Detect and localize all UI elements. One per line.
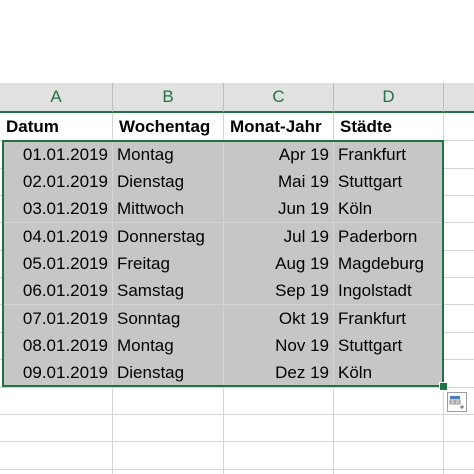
cell-monat-jahr[interactable]: Jun 19 (224, 195, 333, 222)
column-header-next[interactable] (444, 83, 474, 113)
cell-stadt[interactable]: Frankfurt (334, 305, 442, 332)
cell-datum[interactable]: 02.01.2019 (4, 168, 112, 195)
header-cell-staedte[interactable]: Städte (334, 113, 443, 140)
column-header-b[interactable]: B (113, 83, 224, 113)
cell-datum[interactable]: 04.01.2019 (4, 223, 112, 250)
fill-handle[interactable] (439, 382, 448, 391)
cell-wochentag[interactable]: Montag (113, 332, 223, 359)
header-cell-wochentag[interactable]: Wochentag (113, 113, 223, 140)
quick-analysis-icon (449, 396, 464, 409)
cell-datum[interactable]: 05.01.2019 (4, 250, 112, 277)
cell-wochentag[interactable]: Dienstag (113, 168, 223, 195)
cell-monat-jahr[interactable]: Apr 19 (224, 141, 333, 168)
header-cell-monat-jahr[interactable]: Monat-Jahr (224, 113, 333, 140)
cell-datum[interactable]: 03.01.2019 (4, 195, 112, 222)
quick-analysis-button[interactable] (447, 392, 467, 412)
cell-wochentag[interactable]: Montag (113, 141, 223, 168)
gridline (0, 441, 474, 442)
spreadsheet-canvas: A B C D Datum Wochentag Monat-Jahr Städt… (0, 0, 474, 474)
cell-datum[interactable]: 09.01.2019 (4, 359, 112, 386)
cell-wochentag[interactable]: Samstag (113, 277, 223, 304)
cell-wochentag[interactable]: Freitag (113, 250, 223, 277)
cell-stadt[interactable]: Magdeburg (334, 250, 442, 277)
header-cell-datum[interactable]: Datum (0, 113, 112, 140)
cell-monat-jahr[interactable]: Sep 19 (224, 277, 333, 304)
cell-datum[interactable]: 07.01.2019 (4, 305, 112, 332)
cell-stadt[interactable]: Frankfurt (334, 141, 442, 168)
cell-datum[interactable]: 06.01.2019 (4, 277, 112, 304)
cell-monat-jahr[interactable]: Nov 19 (224, 332, 333, 359)
column-header-c[interactable]: C (224, 83, 334, 113)
column-header-d[interactable]: D (334, 83, 444, 113)
cell-stadt[interactable]: Stuttgart (334, 168, 442, 195)
cell-monat-jahr[interactable]: Jul 19 (224, 223, 333, 250)
cell-stadt[interactable]: Köln (334, 195, 442, 222)
cell-wochentag[interactable]: Donnerstag (113, 223, 223, 250)
cell-monat-jahr[interactable]: Mai 19 (224, 168, 333, 195)
cell-stadt[interactable]: Ingolstadt (334, 277, 442, 304)
cell-wochentag[interactable]: Dienstag (113, 359, 223, 386)
cell-stadt[interactable]: Köln (334, 359, 442, 386)
cell-monat-jahr[interactable]: Okt 19 (224, 305, 333, 332)
cell-monat-jahr[interactable]: Dez 19 (224, 359, 333, 386)
gridline (0, 414, 474, 415)
cell-stadt[interactable]: Stuttgart (334, 332, 442, 359)
cell-wochentag[interactable]: Mittwoch (113, 195, 223, 222)
cell-stadt[interactable]: Paderborn (334, 223, 442, 250)
cell-monat-jahr[interactable]: Aug 19 (224, 250, 333, 277)
cell-datum[interactable]: 08.01.2019 (4, 332, 112, 359)
cell-wochentag[interactable]: Sonntag (113, 305, 223, 332)
gridline (443, 83, 444, 474)
gridline (0, 469, 474, 470)
column-header-a[interactable]: A (0, 83, 113, 113)
cell-datum[interactable]: 01.01.2019 (4, 141, 112, 168)
gridline (0, 387, 474, 388)
